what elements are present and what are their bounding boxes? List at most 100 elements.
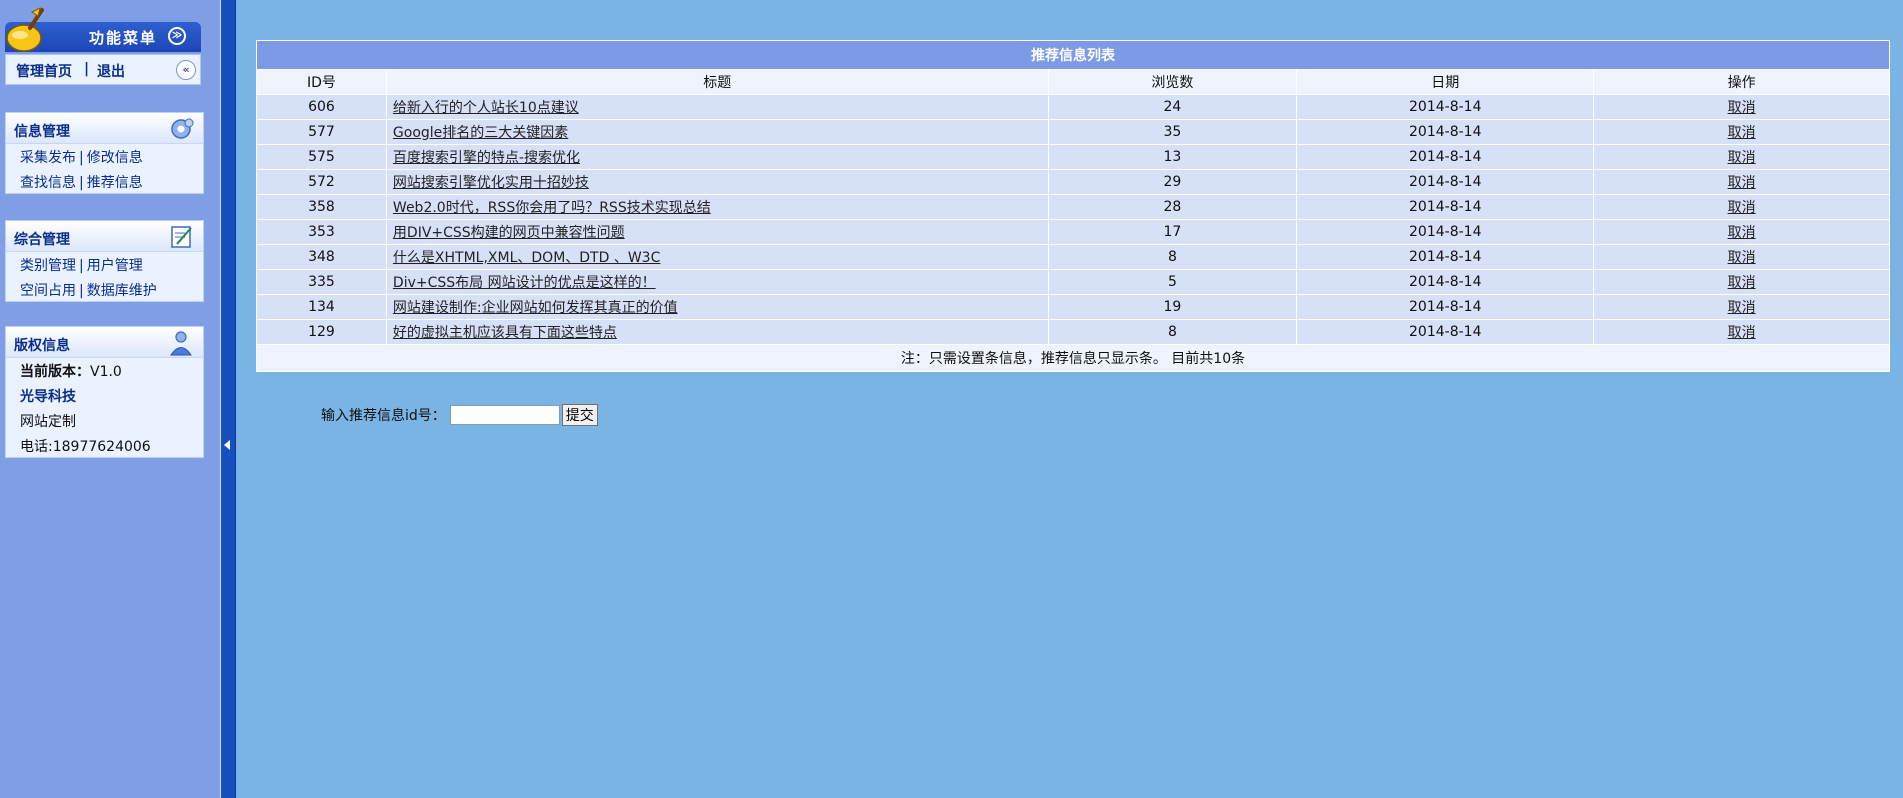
collect-publish-link[interactable]: 采集发布	[20, 150, 76, 166]
home-bar: 管理首页 | 退出 «	[5, 54, 201, 85]
search-info-link[interactable]: 查找信息	[20, 175, 76, 191]
table-row: 572 网站搜索引擎优化实用十招妙技 29 2014-8-14 取消	[256, 169, 1890, 195]
cell-views: 13	[1047, 144, 1298, 170]
company-name: 光导科技	[20, 389, 76, 405]
cell-views: 8	[1047, 319, 1298, 345]
cell-date: 2014-8-14	[1296, 294, 1595, 320]
article-title-link[interactable]: Web2.0时代，RSS你会用了吗？RSS技术实现总结	[393, 200, 711, 216]
cell-id: 335	[256, 269, 387, 295]
cancel-link[interactable]: 取消	[1728, 325, 1756, 341]
panel-header: 信息管理	[6, 113, 203, 144]
menu-title: 功能菜单	[89, 29, 158, 47]
cell-views: 29	[1047, 169, 1298, 195]
cell-date: 2014-8-14	[1296, 94, 1595, 120]
header-id: ID号	[256, 69, 387, 95]
article-title-link[interactable]: Google排名的三大关键因素	[393, 125, 568, 141]
table-caption: 推荐信息列表	[256, 40, 1890, 70]
cell-id: 572	[256, 169, 387, 195]
table-row: 575 百度搜索引擎的特点-搜索优化 13 2014-8-14 取消	[256, 144, 1890, 170]
cell-date: 2014-8-14	[1296, 244, 1595, 270]
header-title: 标题	[385, 69, 1049, 95]
collapse-icon[interactable]: «	[176, 60, 196, 80]
article-title-link[interactable]: 好的虚拟主机应该具有下面这些特点	[393, 325, 617, 341]
table-row: 353 用DIV+CSS构建的网页中兼容性问题 17 2014-8-14 取消	[256, 219, 1890, 245]
cancel-link[interactable]: 取消	[1728, 250, 1756, 266]
cancel-link[interactable]: 取消	[1728, 150, 1756, 166]
copyright-panel: 版权信息 当前版本：V1.0 光导科技 网站定制 电话:18977624006	[5, 326, 204, 458]
cell-id: 358	[256, 194, 387, 220]
table-row: 348 什么是XHTML,XML、DOM、DTD 、W3C 8 2014-8-1…	[256, 244, 1890, 270]
article-title-link[interactable]: 网站建设制作:企业网站如何发挥其真正的价值	[393, 300, 678, 316]
main-content: 推荐信息列表 ID号 标题 浏览数 日期 操作 606 给新入行的个人站长10点…	[236, 0, 1903, 798]
collapse-arrow-icon[interactable]	[224, 440, 230, 450]
header-action: 操作	[1593, 69, 1890, 95]
table-row: 577 Google排名的三大关键因素 35 2014-8-14 取消	[256, 119, 1890, 145]
broom-logo-icon	[6, 7, 44, 52]
article-title-link[interactable]: 网站搜索引擎优化实用十招妙技	[393, 175, 589, 191]
recommend-info-link[interactable]: 推荐信息	[87, 175, 143, 191]
database-maintenance-link[interactable]: 数据库维护	[87, 283, 157, 299]
expand-menu-icon[interactable]: ≫	[168, 27, 186, 45]
panel-title: 版权信息	[14, 338, 70, 354]
header-date: 日期	[1296, 69, 1595, 95]
cell-date: 2014-8-14	[1296, 119, 1595, 145]
recommend-id-input[interactable]	[449, 405, 560, 425]
gears-icon	[171, 118, 194, 139]
version-label: 当前版本：	[20, 364, 90, 380]
info-management-panel: 信息管理 采集发布 | 修改信息 查找信息 | 推荐信息	[5, 112, 204, 194]
cell-date: 2014-8-14	[1296, 169, 1595, 195]
table-note: 注：只需设置条信息，推荐信息只显示条。 目前共10条	[256, 344, 1890, 372]
space-usage-link[interactable]: 空间占用	[20, 283, 76, 299]
cell-id: 575	[256, 144, 387, 170]
cell-views: 8	[1047, 244, 1298, 270]
edit-info-link[interactable]: 修改信息	[87, 150, 143, 166]
cell-views: 5	[1047, 269, 1298, 295]
cell-id: 353	[256, 219, 387, 245]
cell-views: 35	[1047, 119, 1298, 145]
cell-date: 2014-8-14	[1296, 219, 1595, 245]
cell-id: 348	[256, 244, 387, 270]
panel-header: 综合管理	[6, 221, 203, 252]
cell-date: 2014-8-14	[1296, 194, 1595, 220]
cancel-link[interactable]: 取消	[1728, 300, 1756, 316]
article-title-link[interactable]: 什么是XHTML,XML、DOM、DTD 、W3C	[393, 250, 660, 266]
user-management-link[interactable]: 用户管理	[87, 258, 143, 274]
table-row: 129 好的虚拟主机应该具有下面这些特点 8 2014-8-14 取消	[256, 319, 1890, 345]
service-text: 网站定制	[20, 414, 76, 430]
table-row: 358 Web2.0时代，RSS你会用了吗？RSS技术实现总结 28 2014-…	[256, 194, 1890, 220]
cancel-link[interactable]: 取消	[1728, 100, 1756, 116]
article-title-link[interactable]: Div+CSS布局 网站设计的优点是这样的！	[393, 275, 656, 291]
cell-date: 2014-8-14	[1296, 144, 1595, 170]
recommend-list-table: 推荐信息列表 ID号 标题 浏览数 日期 操作 606 给新入行的个人站长10点…	[256, 40, 1890, 372]
home-separator: |	[84, 61, 90, 77]
logout-link[interactable]: 退出	[97, 61, 125, 81]
user-icon	[170, 331, 192, 356]
article-title-link[interactable]: 给新入行的个人站长10点建议	[393, 100, 579, 116]
cancel-link[interactable]: 取消	[1728, 200, 1756, 216]
cell-views: 24	[1047, 94, 1298, 120]
cell-date: 2014-8-14	[1296, 269, 1595, 295]
cell-id: 606	[256, 94, 387, 120]
cancel-link[interactable]: 取消	[1728, 125, 1756, 141]
home-link[interactable]: 管理首页	[16, 61, 72, 81]
cell-views: 28	[1047, 194, 1298, 220]
sidebar: 功能菜单 ≫ 管理首页 | 退出 « 信息管理 采集发布 | 修改信息 查找信息…	[0, 0, 220, 798]
sidebar-toggle-strip[interactable]	[220, 0, 236, 798]
table-row: 134 网站建设制作:企业网站如何发挥其真正的价值 19 2014-8-14 取…	[256, 294, 1890, 320]
id-input-label: 输入推荐信息id号：	[321, 408, 446, 424]
table-row: 606 给新入行的个人站长10点建议 24 2014-8-14 取消	[256, 94, 1890, 120]
cell-id: 577	[256, 119, 387, 145]
cancel-link[interactable]: 取消	[1728, 175, 1756, 191]
article-title-link[interactable]: 用DIV+CSS构建的网页中兼容性问题	[393, 225, 625, 241]
panel-title: 信息管理	[14, 124, 70, 140]
category-management-link[interactable]: 类别管理	[20, 258, 76, 274]
table-row: 335 Div+CSS布局 网站设计的优点是这样的！ 5 2014-8-14 取…	[256, 269, 1890, 295]
general-management-panel: 综合管理 类别管理 | 用户管理 空间占用 | 数据库维护	[5, 220, 204, 302]
article-title-link[interactable]: 百度搜索引擎的特点-搜索优化	[393, 150, 580, 166]
cancel-link[interactable]: 取消	[1728, 275, 1756, 291]
cancel-link[interactable]: 取消	[1728, 225, 1756, 241]
submit-button[interactable]: 提交	[561, 404, 598, 426]
cell-id: 129	[256, 319, 387, 345]
cell-views: 19	[1047, 294, 1298, 320]
edit-document-icon	[171, 226, 192, 248]
